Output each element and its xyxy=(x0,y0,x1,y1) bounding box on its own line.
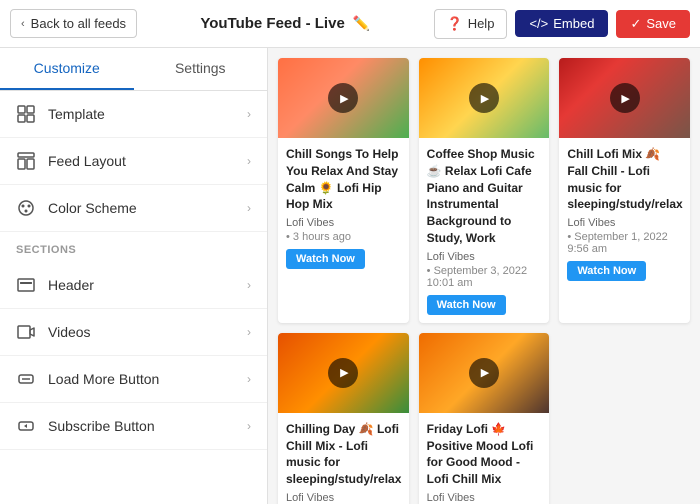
embed-label: Embed xyxy=(553,16,594,31)
feed-title-text: YouTube Feed - Live xyxy=(200,15,344,32)
video-date: • 3 hours ago xyxy=(286,231,401,243)
check-icon: ✓ xyxy=(630,16,641,32)
video-thumbnail xyxy=(559,58,690,138)
sidebar-item-template[interactable]: Template › xyxy=(0,91,267,138)
chevron-left-icon: ‹ xyxy=(21,18,25,30)
video-channel: Lofi Vibes xyxy=(286,492,401,504)
sidebar: Customize Settings Template › xyxy=(0,48,268,504)
topbar: ‹ Back to all feeds YouTube Feed - Live … xyxy=(0,0,700,48)
help-button[interactable]: ❓ Help xyxy=(434,9,508,39)
video-info: Friday Lofi 🍁 Positive Mood Lofi for Goo… xyxy=(419,413,550,504)
chevron-right-icon: › xyxy=(247,419,251,433)
watch-now-button[interactable]: Watch Now xyxy=(427,295,506,315)
load-more-icon xyxy=(16,369,36,389)
sidebar-item-load-more[interactable]: Load More Button › xyxy=(0,356,267,403)
play-button[interactable] xyxy=(469,358,499,388)
save-label: Save xyxy=(646,16,676,31)
subscribe-label: Subscribe Button xyxy=(48,418,155,434)
palette-icon xyxy=(16,198,36,218)
video-info: Chilling Day 🍂 Lofi Chill Mix - Lofi mus… xyxy=(278,413,409,504)
content-area: Chill Songs To Help You Relax And Stay C… xyxy=(268,48,700,504)
video-channel: Lofi Vibes xyxy=(567,217,682,229)
video-card: Friday Lofi 🍁 Positive Mood Lofi for Goo… xyxy=(419,333,550,504)
video-title: Chill Songs To Help You Relax And Stay C… xyxy=(286,146,401,213)
edit-icon[interactable]: ✏️ xyxy=(353,15,370,32)
watch-now-button[interactable]: Watch Now xyxy=(567,261,646,281)
play-button[interactable] xyxy=(469,83,499,113)
play-button[interactable] xyxy=(610,83,640,113)
video-channel: Lofi Vibes xyxy=(427,251,542,263)
video-info: Chill Lofi Mix 🍂 Fall Chill - Lofi music… xyxy=(559,138,690,289)
play-button[interactable] xyxy=(328,358,358,388)
video-icon xyxy=(16,322,36,342)
video-card: Chill Lofi Mix 🍂 Fall Chill - Lofi music… xyxy=(559,58,690,323)
chevron-right-icon: › xyxy=(247,278,251,292)
video-thumbnail xyxy=(419,58,550,138)
video-channel: Lofi Vibes xyxy=(286,217,401,229)
layout-icon xyxy=(16,151,36,171)
template-icon xyxy=(16,104,36,124)
sidebar-tabs: Customize Settings xyxy=(0,48,267,91)
main-layout: Customize Settings Template › xyxy=(0,48,700,504)
chevron-right-icon: › xyxy=(247,325,251,339)
video-date: • September 3, 2022 10:01 am xyxy=(427,265,542,289)
help-circle-icon: ❓ xyxy=(447,16,463,32)
chevron-right-icon: › xyxy=(247,107,251,121)
video-date: • September 1, 2022 9:56 am xyxy=(567,231,682,255)
video-title: Friday Lofi 🍁 Positive Mood Lofi for Goo… xyxy=(427,421,542,488)
video-thumbnail xyxy=(278,58,409,138)
video-info: Coffee Shop Music ☕ Relax Lofi Cafe Pian… xyxy=(419,138,550,323)
code-icon: </> xyxy=(529,16,548,31)
sidebar-item-header[interactable]: Header › xyxy=(0,262,267,309)
video-title: Chilling Day 🍂 Lofi Chill Mix - Lofi mus… xyxy=(286,421,401,488)
chevron-right-icon: › xyxy=(247,201,251,215)
feed-title-container: YouTube Feed - Live ✏️ xyxy=(200,15,370,32)
sidebar-item-color-scheme[interactable]: Color Scheme › xyxy=(0,185,267,232)
play-button[interactable] xyxy=(328,83,358,113)
back-button[interactable]: ‹ Back to all feeds xyxy=(10,9,137,38)
embed-button[interactable]: </> Embed xyxy=(515,10,608,37)
load-more-label: Load More Button xyxy=(48,371,159,387)
sections-label: SECTIONS xyxy=(0,232,267,262)
save-button[interactable]: ✓ Save xyxy=(616,10,690,38)
watch-now-button[interactable]: Watch Now xyxy=(286,249,365,269)
help-label: Help xyxy=(468,16,495,31)
sidebar-item-videos[interactable]: Videos › xyxy=(0,309,267,356)
video-card: Chilling Day 🍂 Lofi Chill Mix - Lofi mus… xyxy=(278,333,409,504)
video-thumbnail xyxy=(419,333,550,413)
feed-layout-label: Feed Layout xyxy=(48,153,126,169)
template-label: Template xyxy=(48,106,105,122)
tab-customize[interactable]: Customize xyxy=(0,48,134,90)
back-label: Back to all feeds xyxy=(31,16,126,31)
video-card: Chill Songs To Help You Relax And Stay C… xyxy=(278,58,409,323)
sidebar-item-feed-layout[interactable]: Feed Layout › xyxy=(0,138,267,185)
header-label: Header xyxy=(48,277,94,293)
tab-settings[interactable]: Settings xyxy=(134,48,268,90)
chevron-right-icon: › xyxy=(247,372,251,386)
color-scheme-label: Color Scheme xyxy=(48,200,137,216)
chevron-right-icon: › xyxy=(247,154,251,168)
video-card: Coffee Shop Music ☕ Relax Lofi Cafe Pian… xyxy=(419,58,550,323)
video-title: Coffee Shop Music ☕ Relax Lofi Cafe Pian… xyxy=(427,146,542,247)
video-channel: Lofi Vibes xyxy=(427,492,542,504)
videos-label: Videos xyxy=(48,324,91,340)
topbar-actions: ❓ Help </> Embed ✓ Save xyxy=(434,9,690,39)
subscribe-icon xyxy=(16,416,36,436)
video-grid: Chill Songs To Help You Relax And Stay C… xyxy=(278,58,690,504)
header-icon xyxy=(16,275,36,295)
sidebar-item-subscribe[interactable]: Subscribe Button › xyxy=(0,403,267,450)
video-info: Chill Songs To Help You Relax And Stay C… xyxy=(278,138,409,277)
video-thumbnail xyxy=(278,333,409,413)
video-title: Chill Lofi Mix 🍂 Fall Chill - Lofi music… xyxy=(567,146,682,213)
